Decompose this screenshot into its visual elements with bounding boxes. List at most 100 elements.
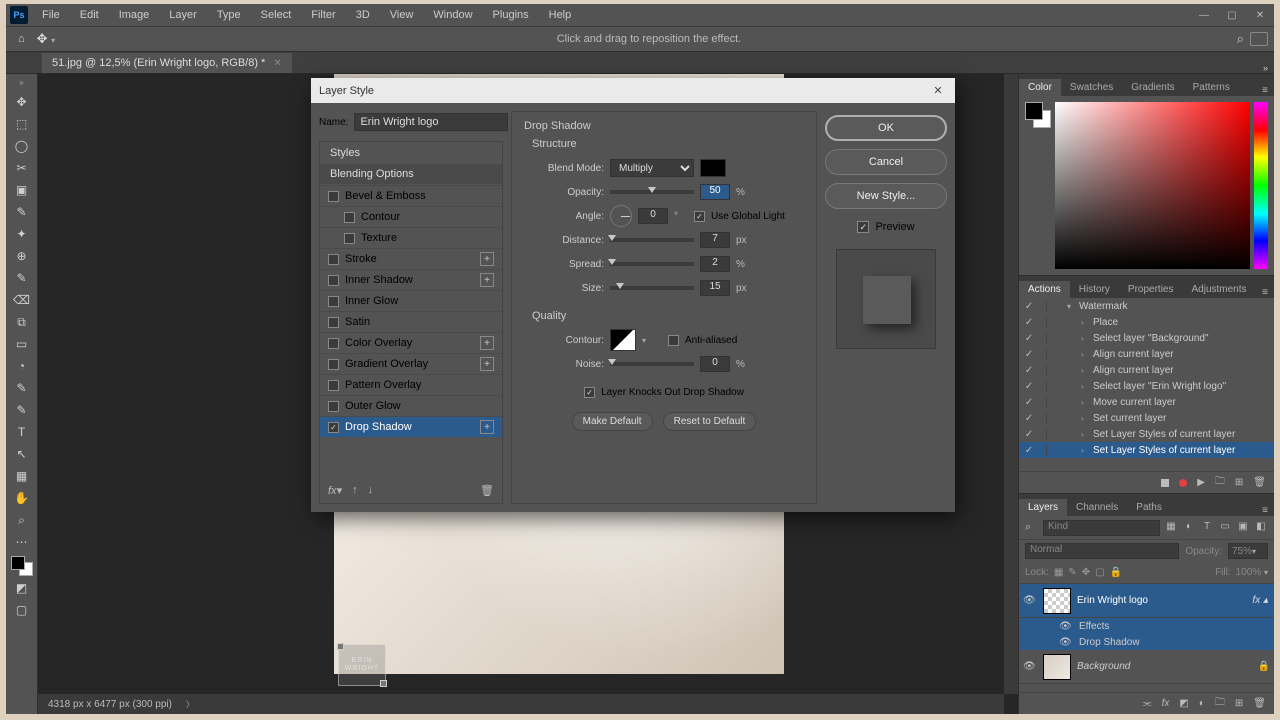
- effect-checkbox[interactable]: [344, 233, 355, 244]
- layer-effect[interactable]: 👁Drop Shadow: [1019, 634, 1274, 650]
- screen-mode-icon[interactable]: ▢: [11, 600, 33, 620]
- fg-bg-swatch[interactable]: [1025, 102, 1051, 269]
- home-icon[interactable]: ⌂: [12, 31, 31, 47]
- tool-2[interactable]: ◯: [11, 136, 33, 156]
- tab-gradients[interactable]: Gradients: [1122, 79, 1183, 96]
- tool-9[interactable]: ⌫: [11, 290, 33, 310]
- trash-icon[interactable]: 🗑: [1253, 477, 1266, 488]
- move-tool-icon[interactable]: ✥ ▾: [31, 29, 62, 49]
- tab-properties[interactable]: Properties: [1119, 281, 1183, 298]
- search-icon[interactable]: ⌕: [1237, 31, 1244, 47]
- menu-view[interactable]: View: [380, 6, 424, 24]
- tab-overflow-icon[interactable]: »: [1263, 63, 1268, 73]
- tool-18[interactable]: ✋: [11, 488, 33, 508]
- menu-layer[interactable]: Layer: [159, 6, 207, 24]
- menu-filter[interactable]: Filter: [301, 6, 345, 24]
- layer-effect[interactable]: 👁Effects: [1019, 618, 1274, 634]
- folder-icon[interactable]: 🗀: [1215, 474, 1225, 491]
- layer-name[interactable]: Background: [1077, 661, 1252, 672]
- visibility-icon[interactable]: 👁: [1059, 637, 1073, 648]
- filter-adjust-icon[interactable]: ◐: [1182, 521, 1196, 535]
- distance-input[interactable]: 7: [700, 232, 730, 248]
- tool-14[interactable]: ✎: [11, 400, 33, 420]
- quick-mask-icon[interactable]: ◩: [11, 578, 33, 598]
- lock-position-icon[interactable]: ✥: [1082, 567, 1090, 578]
- cancel-button[interactable]: Cancel: [825, 149, 947, 175]
- action-step[interactable]: ✓›Select layer "Background": [1019, 330, 1274, 346]
- close-button[interactable]: ✕: [1246, 5, 1274, 25]
- visibility-icon[interactable]: 👁: [1023, 661, 1037, 672]
- dialog-titlebar[interactable]: Layer Style ✕: [311, 78, 955, 103]
- effect-checkbox[interactable]: [328, 191, 339, 202]
- new-action-icon[interactable]: ⊞: [1235, 477, 1243, 488]
- action-step[interactable]: ✓›Set Layer Styles of current layer: [1019, 442, 1274, 458]
- tool-11[interactable]: ▭: [11, 334, 33, 354]
- angle-dial[interactable]: [610, 205, 632, 227]
- lock-artboard-icon[interactable]: ▢: [1095, 567, 1104, 578]
- adjustment-icon[interactable]: ◐: [1199, 698, 1205, 709]
- add-effect-icon[interactable]: +: [480, 357, 494, 371]
- effect-checkbox[interactable]: [328, 359, 339, 370]
- action-set[interactable]: ✓▾Watermark: [1019, 298, 1274, 314]
- add-effect-icon[interactable]: +: [480, 273, 494, 287]
- effect-drop-shadow[interactable]: ✓Drop Shadow+: [320, 416, 502, 437]
- play-icon[interactable]: ▶: [1197, 477, 1205, 488]
- layer-row[interactable]: 👁Background🔒: [1019, 650, 1274, 684]
- menu-window[interactable]: Window: [423, 6, 482, 24]
- noise-slider[interactable]: [610, 362, 694, 366]
- effect-gradient-overlay[interactable]: Gradient Overlay+: [320, 353, 502, 374]
- add-effect-icon[interactable]: +: [480, 336, 494, 350]
- size-slider[interactable]: [610, 286, 694, 290]
- make-default-button[interactable]: Make Default: [572, 412, 653, 431]
- effect-color-overlay[interactable]: Color Overlay+: [320, 332, 502, 353]
- panel-menu-icon[interactable]: ≡: [1256, 287, 1274, 298]
- tool-8[interactable]: ✎: [11, 268, 33, 288]
- layer-row[interactable]: 👁Erin Wright logofx ▴: [1019, 584, 1274, 618]
- tab-layers[interactable]: Layers: [1019, 499, 1067, 516]
- tool-13[interactable]: ✎: [11, 378, 33, 398]
- size-input[interactable]: 15: [700, 280, 730, 296]
- noise-input[interactable]: 0: [700, 356, 730, 372]
- ok-button[interactable]: OK: [825, 115, 947, 141]
- dialog-close-icon[interactable]: ✕: [929, 82, 947, 100]
- menu-type[interactable]: Type: [207, 6, 251, 24]
- document-tab[interactable]: 51.jpg @ 12,5% (Erin Wright logo, RGB/8)…: [42, 53, 292, 73]
- fg-bg-swatch[interactable]: [11, 556, 33, 576]
- tab-close-icon[interactable]: ✕: [273, 58, 281, 69]
- fx-menu-icon[interactable]: fx▾: [328, 484, 342, 497]
- filter-shape-icon[interactable]: ▭: [1218, 521, 1232, 535]
- filter-smart-icon[interactable]: ▣: [1236, 521, 1250, 535]
- tool-5[interactable]: ✎: [11, 202, 33, 222]
- effect-pattern-overlay[interactable]: Pattern Overlay: [320, 374, 502, 395]
- more-tools-icon[interactable]: ⋯: [11, 532, 33, 552]
- foreground-swatch[interactable]: [1025, 102, 1043, 120]
- kind-filter[interactable]: Kind: [1043, 520, 1160, 536]
- effect-checkbox[interactable]: [328, 254, 339, 265]
- distance-slider[interactable]: [610, 238, 694, 242]
- global-light-checkbox[interactable]: ✓: [694, 211, 705, 222]
- group-icon[interactable]: 🗀: [1215, 695, 1225, 712]
- effect-satin[interactable]: Satin: [320, 311, 502, 332]
- filter-pixel-icon[interactable]: ▦: [1164, 521, 1178, 535]
- add-effect-icon[interactable]: +: [480, 252, 494, 266]
- visibility-icon[interactable]: 👁: [1023, 595, 1037, 606]
- effect-inner-shadow[interactable]: Inner Shadow+: [320, 269, 502, 290]
- workspace-button[interactable]: [1250, 32, 1268, 46]
- action-step[interactable]: ✓›Set Layer Styles of current layer: [1019, 426, 1274, 442]
- watermark-layer[interactable]: ERIN WRIGHT: [338, 644, 386, 686]
- angle-input[interactable]: 0: [638, 208, 668, 224]
- effect-checkbox[interactable]: [328, 401, 339, 412]
- effect-checkbox[interactable]: [328, 275, 339, 286]
- tool-12[interactable]: ◔: [11, 356, 33, 376]
- blend-mode-select[interactable]: Multiply: [610, 159, 694, 177]
- effect-checkbox[interactable]: [328, 296, 339, 307]
- opacity-field[interactable]: 75% ▾: [1228, 543, 1268, 559]
- layer-thumb[interactable]: [1043, 654, 1071, 680]
- tool-19[interactable]: ⌕: [11, 510, 33, 530]
- contour-picker[interactable]: [610, 329, 636, 351]
- shadow-color-swatch[interactable]: [700, 159, 726, 177]
- lock-pixels-icon[interactable]: ▦: [1054, 567, 1063, 578]
- lock-paint-icon[interactable]: ✎: [1068, 567, 1076, 578]
- add-effect-icon[interactable]: +: [480, 420, 494, 434]
- tab-adjustments[interactable]: Adjustments: [1183, 281, 1256, 298]
